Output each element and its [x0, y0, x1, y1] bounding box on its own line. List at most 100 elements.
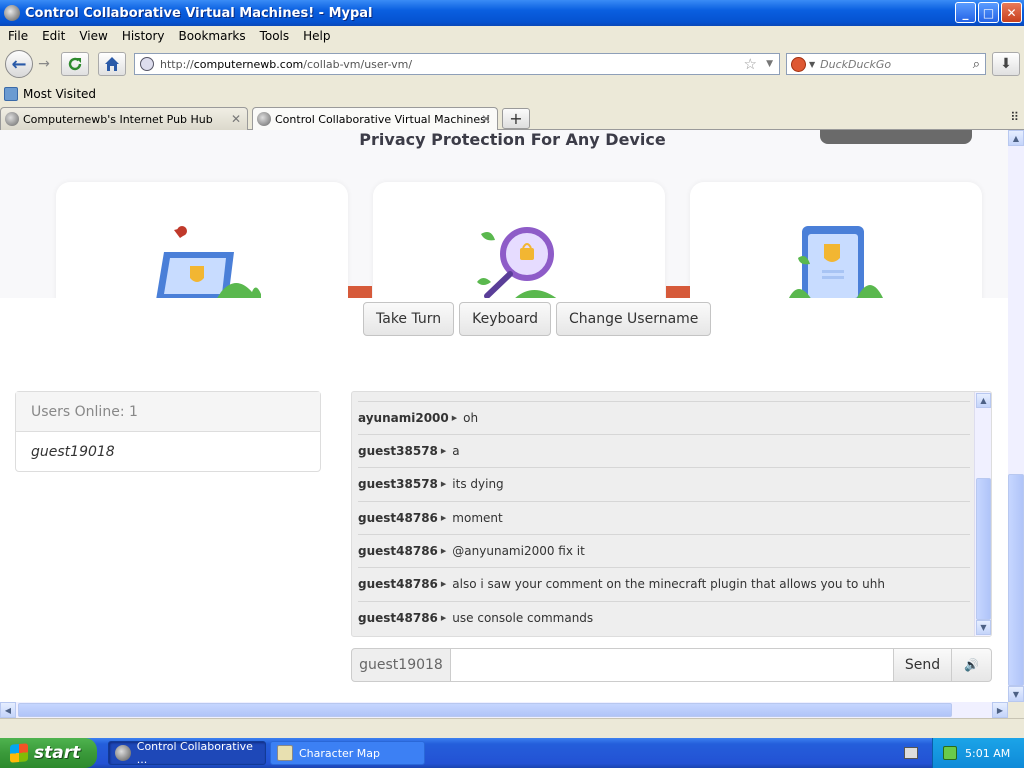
volume-button[interactable]: 🔊 [952, 648, 992, 682]
chat-scrollbar[interactable]: ▲ ▼ [974, 392, 991, 636]
page-scroll-thumb[interactable] [1008, 474, 1024, 686]
magnifier-lock-illustration-icon [477, 227, 557, 298]
chat-log[interactable]: ayunami2000 ▶ oh guest38578 ▶ a guest38578 ▶ i… [351, 391, 992, 637]
taskbar-item-label: Character Map [299, 746, 381, 760]
taskbar-item-browser[interactable]: Control Collaborative ... [108, 740, 266, 766]
scroll-up-icon[interactable]: ▲ [1008, 130, 1024, 146]
chat-username-label: guest19018 [351, 648, 451, 682]
message-separator-icon: ▶ [440, 547, 447, 555]
grid-icon: ⠿ [1010, 110, 1019, 124]
menu-history[interactable]: History [122, 29, 165, 43]
chat-message: guest38578 ▶ its dying [358, 467, 970, 500]
duckduckgo-icon[interactable] [791, 56, 806, 72]
minimize-button[interactable]: _ [955, 2, 976, 23]
reload-button[interactable] [61, 52, 89, 76]
scroll-down-icon[interactable]: ▼ [976, 620, 991, 635]
user-list-item[interactable]: guest19018 [16, 432, 320, 472]
tab-pub-hub[interactable]: Computernewb's Internet Pub Hub ✕ [0, 107, 248, 130]
keyboard-button[interactable]: Keyboard [459, 302, 551, 336]
chat-message: guest48786 ▶ also i saw your comment on th… [358, 567, 970, 600]
chat-text: oh [463, 411, 479, 425]
tab-favicon [5, 112, 19, 126]
page-horizontal-scrollbar[interactable]: ◀ ▶ [0, 702, 1008, 718]
chat-username: ayunami2000 [358, 411, 449, 425]
menu-tools[interactable]: Tools [260, 29, 290, 43]
take-turn-button[interactable]: Take Turn [363, 302, 455, 336]
laptop-shield-illustration-icon [156, 226, 261, 298]
scroll-down-icon[interactable]: ▼ [1008, 686, 1024, 702]
back-button[interactable]: ← [5, 50, 33, 78]
taskbar-item-label: Control Collaborative ... [136, 740, 253, 766]
downloads-button[interactable]: ⬇ [992, 52, 1020, 76]
chat-message-input[interactable] [451, 648, 894, 682]
chat-message: guest48786 ▶ moment [358, 501, 970, 534]
scroll-right-icon[interactable]: ▶ [992, 702, 1008, 718]
globe-icon [140, 57, 154, 71]
chat-username: guest48786 [358, 577, 438, 591]
scroll-up-icon[interactable]: ▲ [976, 393, 991, 408]
chat-username: guest48786 [358, 611, 438, 625]
clock[interactable]: 5:01 AM [965, 747, 1010, 760]
windows-taskbar: start Control Collaborative ... Characte… [0, 738, 1024, 768]
search-icon[interactable]: ⌕ [973, 57, 980, 72]
keyboard-language-icon[interactable] [904, 747, 918, 759]
maximize-button[interactable]: □ [978, 2, 999, 23]
page-hscroll-thumb[interactable] [18, 703, 952, 717]
page-content: Privacy Protection For Any Device Take T… [0, 130, 1008, 702]
users-online-heading: Users Online: 1 [16, 392, 320, 432]
chat-message: guest38578 ▶ a [358, 434, 970, 467]
home-button[interactable] [98, 52, 126, 76]
url-path: /collab-vm/user-vm/ [303, 57, 413, 71]
bookmark-star-icon[interactable]: ☆ [744, 55, 757, 73]
arrow-right-icon: → [38, 56, 50, 72]
chat-text: a [452, 444, 460, 458]
download-arrow-icon: ⬇ [1000, 56, 1012, 72]
menu-help[interactable]: Help [303, 29, 330, 43]
close-icon[interactable]: ✕ [231, 112, 241, 126]
menu-file[interactable]: File [8, 29, 28, 43]
message-separator-icon: ▶ [451, 414, 458, 422]
browser-app-icon [4, 5, 20, 21]
chat-scroll-thumb[interactable] [976, 478, 991, 620]
menu-edit[interactable]: Edit [42, 29, 65, 43]
message-separator-icon: ▶ [440, 447, 447, 455]
taskbar-item-character-map[interactable]: Character Map [270, 741, 425, 765]
windows-logo-icon [10, 743, 28, 763]
tab-label: Computernewb's Internet Pub Hub [23, 112, 213, 126]
new-tab-button[interactable]: + [502, 108, 530, 129]
message-separator-icon: ▶ [440, 514, 447, 522]
vm-decor-strip [348, 286, 372, 298]
list-all-tabs-button[interactable]: ⠿ [1010, 110, 1019, 124]
tab-collab-vm[interactable]: Control Collaborative Virtual Machines! … [252, 107, 498, 130]
menu-view[interactable]: View [79, 29, 107, 43]
chat-input-row: guest19018 Send 🔊 [351, 648, 992, 682]
chevron-down-icon[interactable]: ▼ [766, 59, 773, 69]
search-bar[interactable]: ▼ DuckDuckGo ⌕ [786, 53, 986, 75]
forward-button[interactable]: → [34, 55, 54, 73]
close-button[interactable]: ✕ [1001, 2, 1022, 23]
scroll-left-icon[interactable]: ◀ [0, 702, 16, 718]
vm-decor-strip [666, 286, 690, 298]
change-username-button[interactable]: Change Username [555, 302, 712, 336]
address-bar[interactable]: http://computernewb.com/collab-vm/user-v… [134, 53, 780, 75]
chat-username: guest48786 [358, 544, 438, 558]
network-icon[interactable] [943, 746, 957, 760]
send-button[interactable]: Send [894, 648, 952, 682]
page-vertical-scrollbar[interactable]: ▲ ▼ [1008, 130, 1024, 702]
chat-text: its dying [452, 477, 504, 491]
chat-text: use console commands [452, 611, 594, 625]
close-icon[interactable]: ✕ [481, 112, 491, 126]
menu-bar: File Edit View History Bookmarks Tools H… [0, 26, 1024, 46]
menu-bookmarks[interactable]: Bookmarks [179, 29, 246, 43]
url-scheme: http:// [160, 57, 194, 71]
vm-screen-dark-button [820, 130, 972, 144]
vm-screen[interactable]: Privacy Protection For Any Device [0, 130, 1008, 298]
chat-text: moment [452, 511, 503, 525]
chevron-down-icon[interactable]: ▼ [809, 60, 815, 69]
vm-feature-card-laptop [56, 182, 348, 298]
window-title-bar: Control Collaborative Virtual Machines! … [0, 0, 1024, 26]
start-button[interactable]: start [0, 738, 97, 768]
bookmark-most-visited[interactable]: Most Visited [23, 87, 96, 101]
chat-text: also i saw your comment on the minecraft… [452, 577, 885, 591]
chat-message: guest48786 ▶ use console commands [358, 601, 970, 634]
